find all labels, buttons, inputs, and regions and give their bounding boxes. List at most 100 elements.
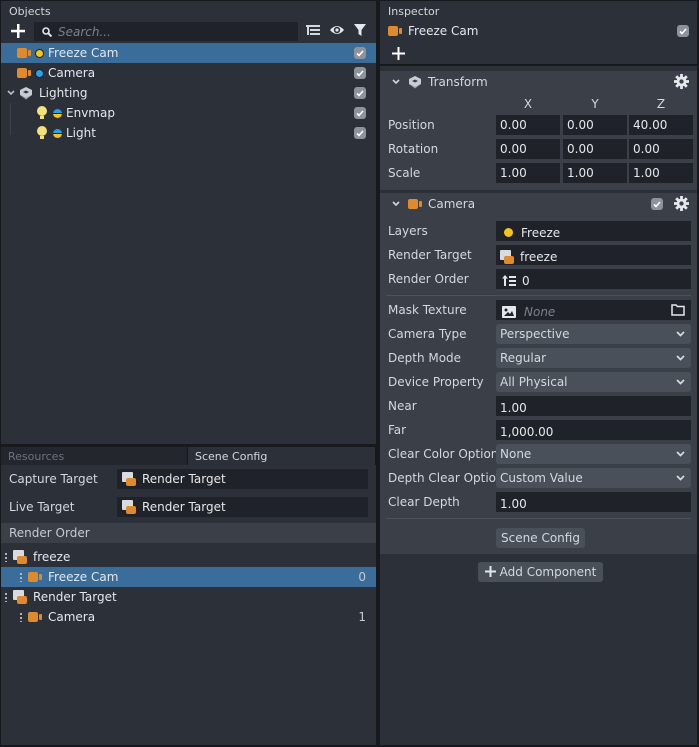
clear-depth-input[interactable]: 1.00 <box>496 492 691 512</box>
scale-z-input[interactable]: 1.00 <box>629 163 693 183</box>
scene-config-panel: Resources Scene Config Capture Target Re… <box>1 447 376 745</box>
add-object-button[interactable] <box>11 21 29 41</box>
rotation-y-input[interactable]: 0.00 <box>563 139 627 159</box>
render-order-number: 1 <box>358 610 366 624</box>
drag-handle-icon[interactable] <box>20 572 22 582</box>
tree-item-lighting[interactable]: Lighting <box>1 83 376 103</box>
render-order-target-render-target[interactable]: Render Target <box>1 587 376 607</box>
capture-target-field[interactable]: Render Target <box>117 469 368 489</box>
camera-type-select[interactable]: Perspective <box>496 324 691 344</box>
camera-type-label: Camera Type <box>388 327 467 341</box>
chevron-down-icon[interactable] <box>392 79 400 85</box>
enabled-checkbox[interactable] <box>354 67 366 79</box>
chevron-down-icon[interactable] <box>7 90 15 96</box>
mask-texture-value: None <box>524 304 556 319</box>
camera-header[interactable]: Camera <box>380 193 697 215</box>
mask-texture-row: Mask Texture None <box>380 298 697 322</box>
axis-header-row: X Y Z <box>380 93 697 113</box>
render-order-number: 0 <box>358 570 366 584</box>
gear-icon[interactable] <box>674 196 689 211</box>
layers-field[interactable]: Freeze <box>496 221 691 241</box>
tree-item-envmap[interactable]: Envmap <box>1 103 376 123</box>
render-order-camera-freeze-cam[interactable]: Freeze Cam 0 <box>1 567 376 587</box>
enabled-checkbox[interactable] <box>354 127 366 139</box>
tree-item-light[interactable]: Light <box>1 123 376 143</box>
render-target-icon <box>13 550 27 564</box>
near-row: Near 1.00 <box>380 394 697 418</box>
position-x-input[interactable]: 0.00 <box>496 115 560 135</box>
render-target-icon <box>13 590 27 604</box>
rotation-row: Rotation 0.00 0.00 0.00 <box>380 137 697 161</box>
drag-handle-icon[interactable] <box>5 552 7 562</box>
camera-enabled-checkbox[interactable] <box>651 198 663 210</box>
render-order-label: Render Order <box>388 272 469 286</box>
axis-y-label: Y <box>591 97 599 111</box>
search-input[interactable] <box>58 24 278 39</box>
tree-item-camera[interactable]: Camera <box>1 63 376 83</box>
render-target-icon <box>122 472 136 486</box>
filter-button[interactable] <box>354 23 370 39</box>
mask-texture-label: Mask Texture <box>388 303 467 317</box>
inspector-object-name[interactable]: Freeze Cam <box>408 24 478 38</box>
enabled-checkbox[interactable] <box>354 47 366 59</box>
render-order-label: freeze <box>33 550 71 564</box>
render-order-field[interactable]: 0 <box>496 269 691 289</box>
position-label: Position <box>388 118 435 132</box>
add-component-button[interactable]: Add Component <box>478 562 603 582</box>
live-target-field[interactable]: Render Target <box>117 497 368 517</box>
tree-item-label: Envmap <box>66 106 115 120</box>
inspector-header: Inspector <box>388 5 440 18</box>
render-order-camera-camera[interactable]: Camera 1 <box>1 607 376 627</box>
scale-x-input[interactable]: 1.00 <box>496 163 560 183</box>
render-target-label: Render Target <box>388 248 472 262</box>
divider <box>386 295 691 296</box>
mask-texture-field[interactable]: None <box>496 300 691 320</box>
inspector-panel: Inspector Freeze Cam Transform X Y Z Pos… <box>380 1 697 745</box>
tree-item-freeze-cam[interactable]: Freeze Cam <box>1 43 376 63</box>
position-y-input[interactable]: 0.00 <box>563 115 627 135</box>
drag-handle-icon[interactable] <box>5 592 7 602</box>
camera-icon <box>28 572 42 582</box>
enabled-checkbox[interactable] <box>354 107 366 119</box>
render-target-field[interactable]: freeze <box>496 245 691 265</box>
device-property-select[interactable]: All Physical <box>496 372 691 392</box>
object-tree: Freeze Cam Camera Lighting Envmap Light <box>1 43 376 143</box>
depth-mode-row: Depth Mode Regular <box>380 346 697 370</box>
axis-z-label: Z <box>656 97 666 111</box>
enabled-checkbox[interactable] <box>354 87 366 99</box>
device-property-label: Device Property <box>388 375 484 389</box>
plus-icon <box>11 24 25 38</box>
chevron-down-icon[interactable] <box>392 201 400 207</box>
clear-color-option-select[interactable]: None <box>496 444 691 464</box>
rotation-z-input[interactable]: 0.00 <box>629 139 693 159</box>
near-input[interactable]: 1.00 <box>496 396 691 416</box>
scale-y-input[interactable]: 1.00 <box>563 163 627 183</box>
hierarchy-view-button[interactable] <box>306 23 322 39</box>
rotation-x-input[interactable]: 0.00 <box>496 139 560 159</box>
check-icon <box>356 69 364 77</box>
check-icon <box>653 200 661 208</box>
search-field[interactable] <box>34 22 298 41</box>
render-order-header: Render Order <box>1 523 376 543</box>
far-input[interactable]: 1,000.00 <box>496 420 691 440</box>
transform-title: Transform <box>428 75 488 89</box>
add-component-label: Add Component <box>499 565 597 579</box>
gear-icon[interactable] <box>674 74 689 89</box>
tab-resources[interactable]: Resources <box>1 447 188 465</box>
render-order-target-freeze[interactable]: freeze <box>1 547 376 567</box>
visibility-button[interactable] <box>329 23 345 39</box>
folder-icon[interactable] <box>671 304 685 316</box>
depth-clear-option-select[interactable]: Custom Value <box>496 468 691 488</box>
drag-handle-icon[interactable] <box>20 612 22 622</box>
object-enabled-checkbox[interactable] <box>677 25 689 37</box>
position-z-input[interactable]: 40.00 <box>629 115 693 135</box>
depth-mode-label: Depth Mode <box>388 351 462 365</box>
depth-mode-select[interactable]: Regular <box>496 348 691 368</box>
add-tag-button[interactable] <box>392 47 405 63</box>
transform-header[interactable]: Transform <box>380 71 697 93</box>
tab-scene-config[interactable]: Scene Config <box>188 447 376 465</box>
check-icon <box>356 129 364 137</box>
scene-config-button[interactable]: Scene Config <box>496 528 585 548</box>
camera-icon <box>28 612 42 622</box>
chevron-down-icon <box>676 451 685 457</box>
